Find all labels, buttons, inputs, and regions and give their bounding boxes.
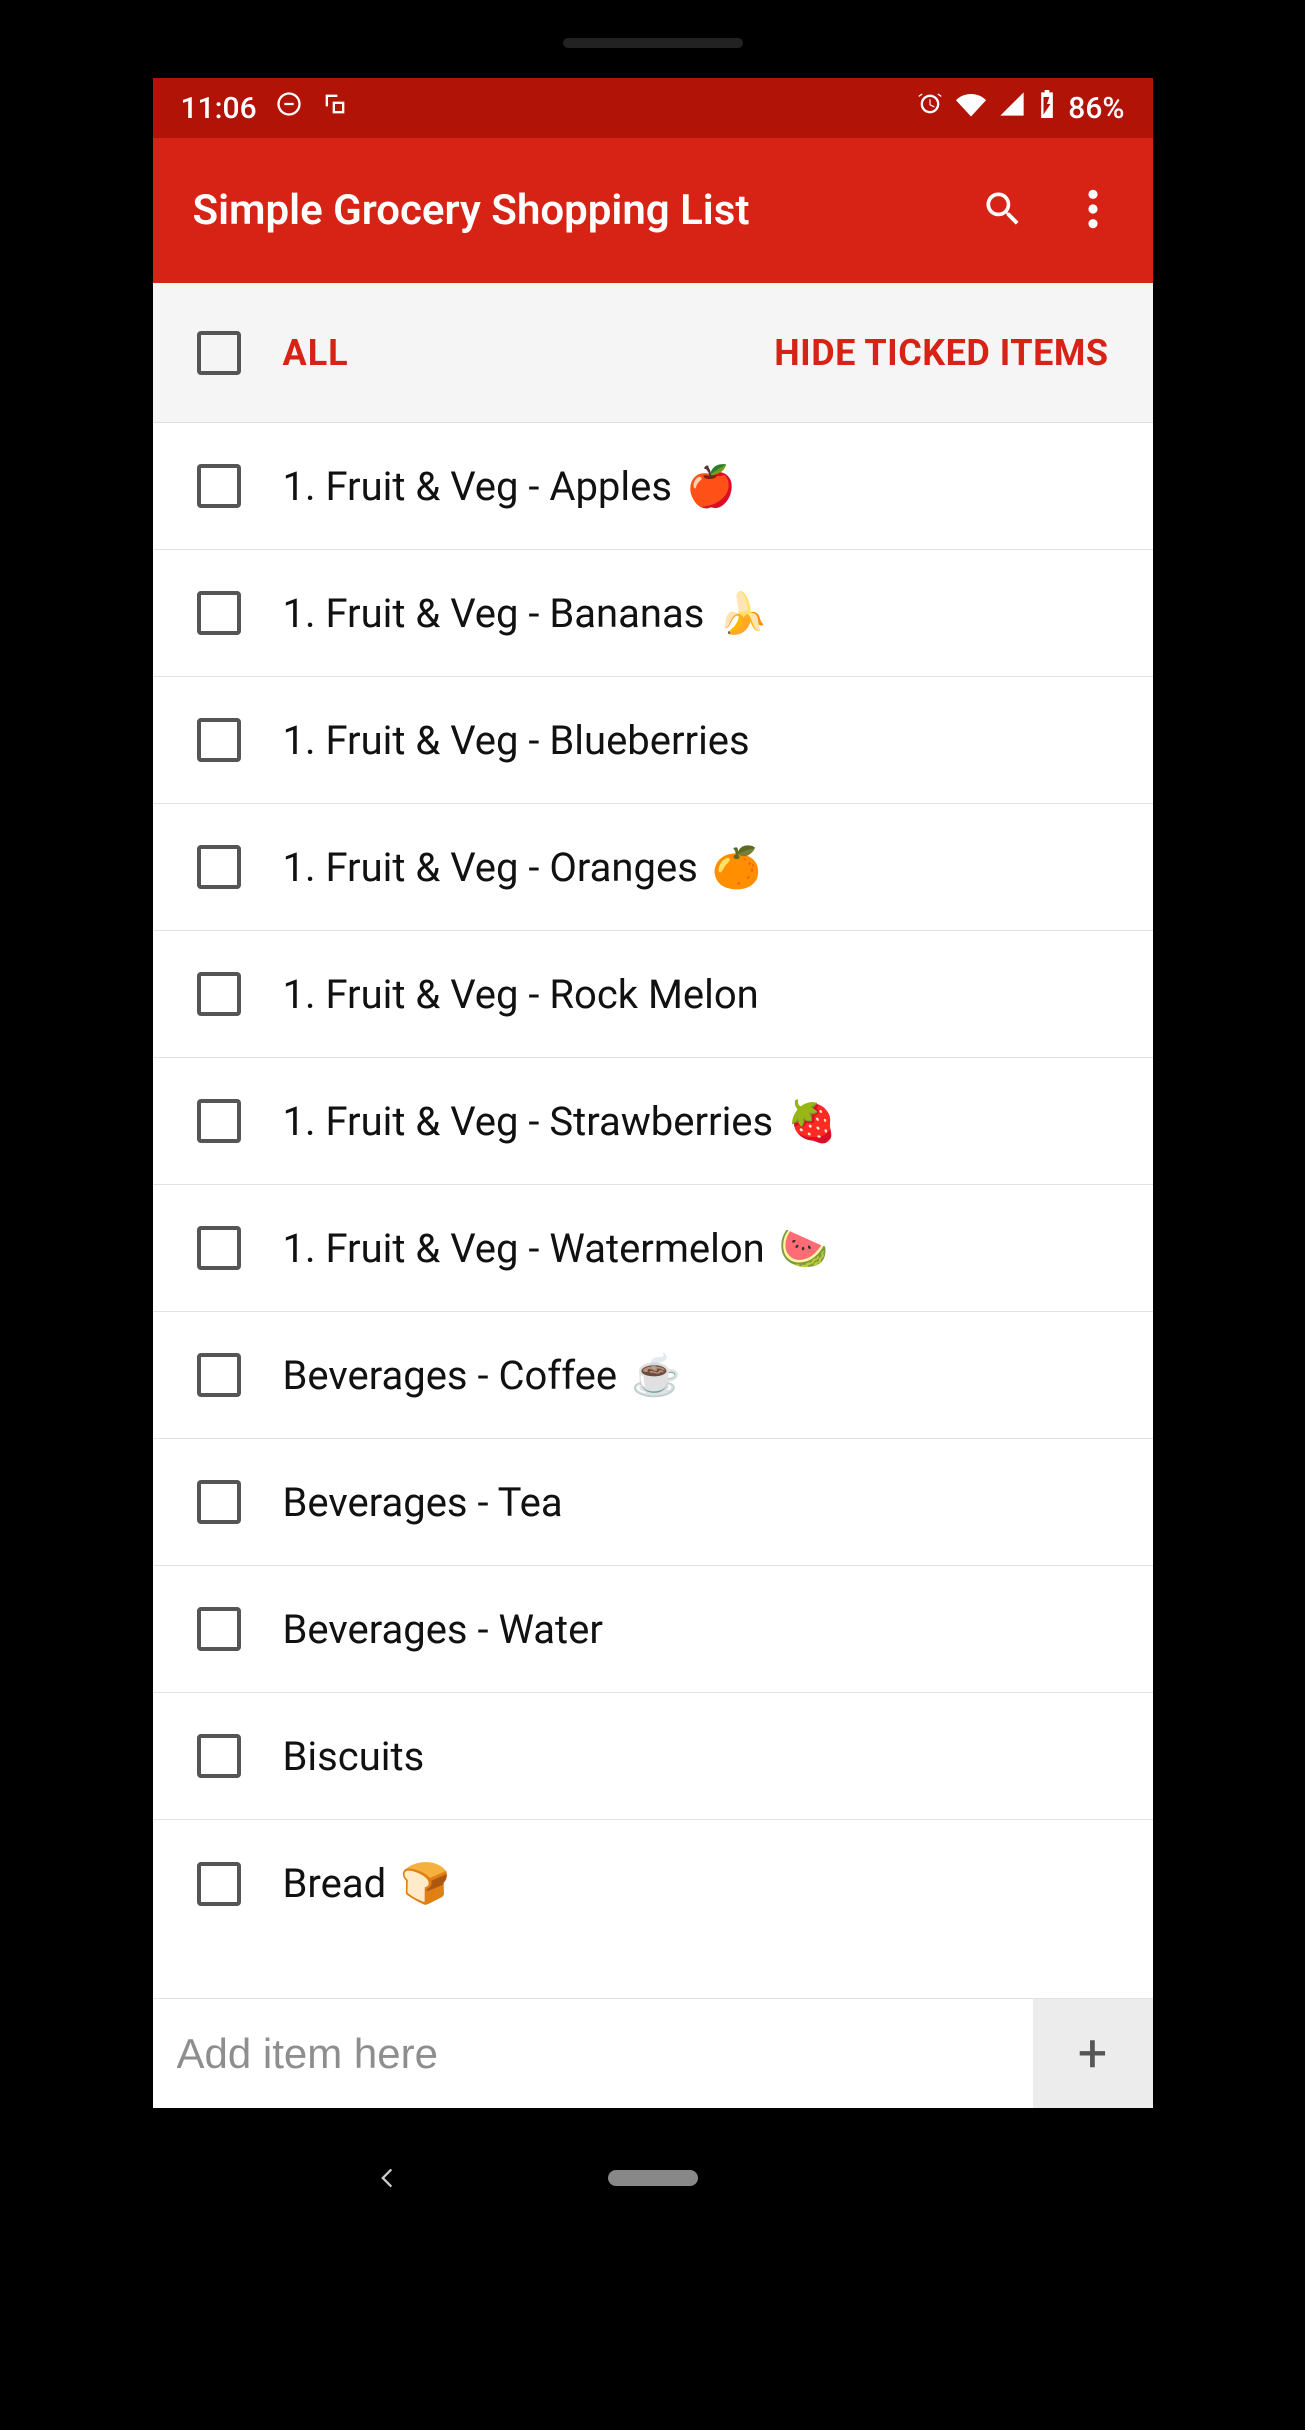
- plus-icon: +: [1078, 2023, 1108, 2084]
- nav-home-pill[interactable]: [608, 2170, 698, 2186]
- speaker-grille: [563, 38, 743, 48]
- item-checkbox[interactable]: [197, 1353, 241, 1397]
- item-emoji-icon: 🍌: [718, 590, 768, 637]
- search-button[interactable]: [973, 181, 1033, 241]
- status-bar: 11:06: [153, 78, 1153, 138]
- screen: 11:06: [153, 78, 1153, 2108]
- item-checkbox[interactable]: [197, 1734, 241, 1778]
- battery-icon: [1038, 90, 1056, 126]
- alarm-icon: [916, 90, 944, 126]
- list-item[interactable]: 1. Fruit & Veg - Rock Melon: [153, 931, 1153, 1058]
- list-item[interactable]: Beverages - Coffee ☕: [153, 1312, 1153, 1439]
- device-frame: 11:06: [0, 0, 1305, 2430]
- filter-all-button[interactable]: ALL: [283, 332, 349, 374]
- item-label: 1. Fruit & Veg - Apples: [283, 463, 672, 510]
- status-right: 86%: [916, 89, 1124, 127]
- item-label: Beverages - Tea: [283, 1479, 563, 1526]
- add-item-bar: +: [153, 1998, 1153, 2108]
- list-item[interactable]: Bread 🍞: [153, 1820, 1153, 1947]
- item-checkbox[interactable]: [197, 1480, 241, 1524]
- item-label: Bread: [283, 1860, 387, 1907]
- list-item[interactable]: 1. Fruit & Veg - Strawberries 🍓: [153, 1058, 1153, 1185]
- item-checkbox[interactable]: [197, 1862, 241, 1906]
- list-item[interactable]: 1. Fruit & Veg - Watermelon 🍉: [153, 1185, 1153, 1312]
- dnd-icon: [275, 90, 303, 126]
- wifi-icon: [956, 89, 986, 127]
- item-checkbox[interactable]: [197, 845, 241, 889]
- item-label: Biscuits: [283, 1733, 425, 1780]
- app-title: Simple Grocery Shopping List: [193, 186, 943, 235]
- item-label: 1. Fruit & Veg - Bananas: [283, 590, 705, 637]
- status-left: 11:06: [181, 90, 349, 126]
- search-icon: [981, 187, 1025, 235]
- item-label: 1. Fruit & Veg - Blueberries: [283, 717, 750, 764]
- add-item-button[interactable]: +: [1033, 1999, 1153, 2108]
- battery-percent: 86%: [1068, 91, 1124, 126]
- item-checkbox[interactable]: [197, 718, 241, 762]
- item-label: Beverages - Water: [283, 1606, 603, 1653]
- item-checkbox[interactable]: [197, 464, 241, 508]
- list-item[interactable]: Beverages - Tea: [153, 1439, 1153, 1566]
- item-label: 1. Fruit & Veg - Rock Melon: [283, 971, 759, 1018]
- item-label: 1. Fruit & Veg - Strawberries: [283, 1098, 774, 1145]
- list-item[interactable]: 1. Fruit & Veg - Oranges 🍊: [153, 804, 1153, 931]
- more-button[interactable]: [1063, 181, 1123, 241]
- item-emoji-icon: 🍊: [712, 844, 762, 891]
- list-item[interactable]: 1. Fruit & Veg - Apples 🍎: [153, 423, 1153, 550]
- hide-ticked-button[interactable]: HIDE TICKED ITEMS: [774, 332, 1108, 374]
- item-checkbox[interactable]: [197, 1099, 241, 1143]
- item-label: 1. Fruit & Veg - Oranges: [283, 844, 698, 891]
- item-label: 1. Fruit & Veg - Watermelon: [283, 1225, 765, 1272]
- nav-bar: [153, 2138, 1153, 2218]
- add-item-input[interactable]: [153, 1999, 1033, 2108]
- list-item[interactable]: 1. Fruit & Veg - Blueberries: [153, 677, 1153, 804]
- select-all-checkbox[interactable]: [197, 331, 241, 375]
- grocery-list[interactable]: 1. Fruit & Veg - Apples🍎1. Fruit & Veg -…: [153, 423, 1153, 1998]
- item-label: Beverages - Coffee: [283, 1352, 618, 1399]
- item-emoji-icon: 🍓: [787, 1098, 837, 1145]
- filter-bar: ALL HIDE TICKED ITEMS: [153, 283, 1153, 423]
- item-checkbox[interactable]: [197, 972, 241, 1016]
- item-checkbox[interactable]: [197, 1226, 241, 1270]
- screenshot-icon: [321, 90, 349, 126]
- item-checkbox[interactable]: [197, 1607, 241, 1651]
- nav-back-button[interactable]: [373, 2155, 401, 2202]
- item-emoji-icon: ☕: [631, 1352, 681, 1399]
- item-checkbox[interactable]: [197, 591, 241, 635]
- more-vert-icon: [1087, 187, 1099, 235]
- item-emoji-icon: 🍎: [686, 463, 736, 510]
- item-emoji-icon: 🍞: [400, 1860, 450, 1907]
- signal-icon: [998, 90, 1026, 126]
- list-item[interactable]: Biscuits: [153, 1693, 1153, 1820]
- list-item[interactable]: Beverages - Water: [153, 1566, 1153, 1693]
- item-emoji-icon: 🍉: [779, 1225, 829, 1272]
- app-bar: Simple Grocery Shopping List: [153, 138, 1153, 283]
- status-time: 11:06: [181, 91, 257, 126]
- list-item[interactable]: 1. Fruit & Veg - Bananas 🍌: [153, 550, 1153, 677]
